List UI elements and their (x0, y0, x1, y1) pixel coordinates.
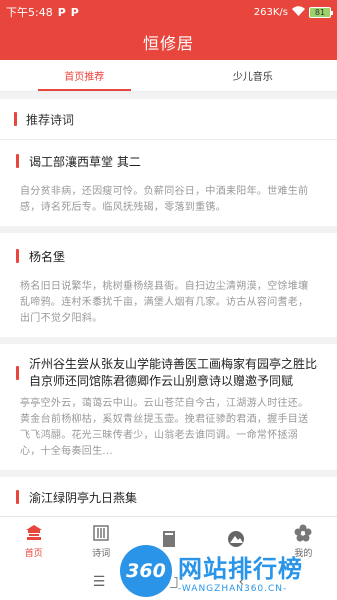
poem-card[interactable]: 杨名堡 杨名旧日说繁华，桃树垂杨绕县衙。自扫边尘清朔漠，空馀堆壤乱啼鸦。连村禾黍… (0, 233, 337, 337)
nav-label: 我的 (294, 548, 313, 559)
poem-card[interactable]: 渝江绿阴亭九日燕集 (0, 477, 337, 516)
poem-title: 谒工部瀼西草堂 其二 (29, 154, 141, 169)
divider (0, 226, 337, 233)
poem-snippet: 亭亭空外云，蔼蔼云中山。云山苍茫自今古，江湖游人时往还。黄金台前杨柳枯，奚奴青丝… (20, 398, 309, 457)
nav-home[interactable]: 首页 (0, 517, 67, 564)
main-content[interactable]: 推荐诗词 谒工部瀼西草堂 其二 自分贫非病，还因瘦可怜。负薪同谷日，中酒耒阳年。… (0, 92, 337, 516)
plum-blossom-icon (293, 523, 313, 543)
poem-title-row: 渝江绿阴亭九日燕集 (16, 477, 321, 516)
accent-bar (14, 112, 17, 126)
app-title-bar: 恒修居 (0, 24, 337, 60)
nav-label: 首页 (24, 548, 43, 559)
top-tabs: 首页推荐 少儿音乐 (0, 60, 337, 92)
poem-snippet: 自分贫非病，还因瘦可怜。负薪同谷日，中酒耒阳年。世难生前感，诗名死后专。临风抚残… (20, 186, 309, 213)
home-pavilion-icon (24, 523, 44, 543)
nav-reading[interactable] (135, 517, 202, 564)
accent-bar (16, 154, 19, 168)
poem-title: 渝江绿阴亭九日燕集 (29, 490, 138, 505)
tab-label: 首页推荐 (64, 72, 105, 83)
battery-icon: 81 (309, 6, 333, 18)
tab-home-recommend[interactable]: 首页推荐 (0, 60, 169, 91)
nav-discover[interactable] (202, 517, 269, 564)
back-icon[interactable]: ‹ (239, 574, 245, 590)
home-square-icon[interactable]: □ (165, 574, 178, 590)
poem-card[interactable]: 沂州谷生尝从张友山学能诗善医工画梅家有园亭之胜比自京师还同馆陈君德卿作云山别意诗… (0, 344, 337, 470)
divider (0, 470, 337, 477)
notification-p-icon: P (57, 5, 66, 19)
poem-snippet: 杨名旧日说繁华，桃树垂杨绕县衙。自扫边尘清朔漠，空馀堆壤乱啼鸦。连村禾黍扰千亩，… (20, 281, 309, 324)
mountain-icon (226, 529, 246, 549)
bottom-nav: 首页 诗词 我的 (0, 516, 337, 564)
poetry-scroll-icon (91, 523, 111, 543)
nav-poetry[interactable]: 诗词 (67, 517, 134, 564)
book-icon (159, 529, 179, 549)
poem-title-row: 谒工部瀼西草堂 其二 (16, 140, 321, 180)
battery-level: 81 (314, 7, 326, 17)
poem-title-row: 沂州谷生尝从张友山学能诗善医工画梅家有园亭之胜比自京师还同馆陈君德卿作云山别意诗… (16, 344, 321, 396)
accent-bar (16, 366, 19, 380)
poem-card[interactable]: 谒工部瀼西草堂 其二 自分贫非病，还因瘦可怜。负薪同谷日，中酒耒阳年。世难生前感… (0, 140, 337, 226)
tab-label: 少儿音乐 (232, 72, 273, 83)
wifi-icon (292, 5, 305, 19)
divider (0, 92, 337, 99)
tab-kids-music[interactable]: 少儿音乐 (169, 60, 337, 91)
nav-label: 诗词 (92, 548, 111, 559)
notification-p-icon: P (70, 5, 79, 19)
accent-bar (16, 490, 19, 504)
nav-mine[interactable]: 我的 (270, 517, 337, 564)
poem-title-row: 杨名堡 (16, 233, 321, 279)
menu-icon[interactable]: ☰ (93, 574, 106, 590)
section-header: 推荐诗词 (0, 99, 337, 139)
app-title: 恒修居 (142, 34, 194, 53)
poem-title: 杨名堡 (29, 249, 66, 264)
status-bar: 下午5:48 P P 263K/s 81 (0, 0, 337, 24)
network-speed: 263K/s (253, 6, 288, 18)
poem-title: 沂州谷生尝从张友山学能诗善医工画梅家有园亭之胜比自京师还同馆陈君德卿作云山别意诗… (29, 357, 318, 388)
section-title: 推荐诗词 (26, 112, 75, 127)
status-time: 下午5:48 (6, 6, 53, 19)
system-nav-bar: ☰ □ ‹ (0, 564, 337, 600)
divider (0, 337, 337, 344)
accent-bar (16, 249, 19, 263)
